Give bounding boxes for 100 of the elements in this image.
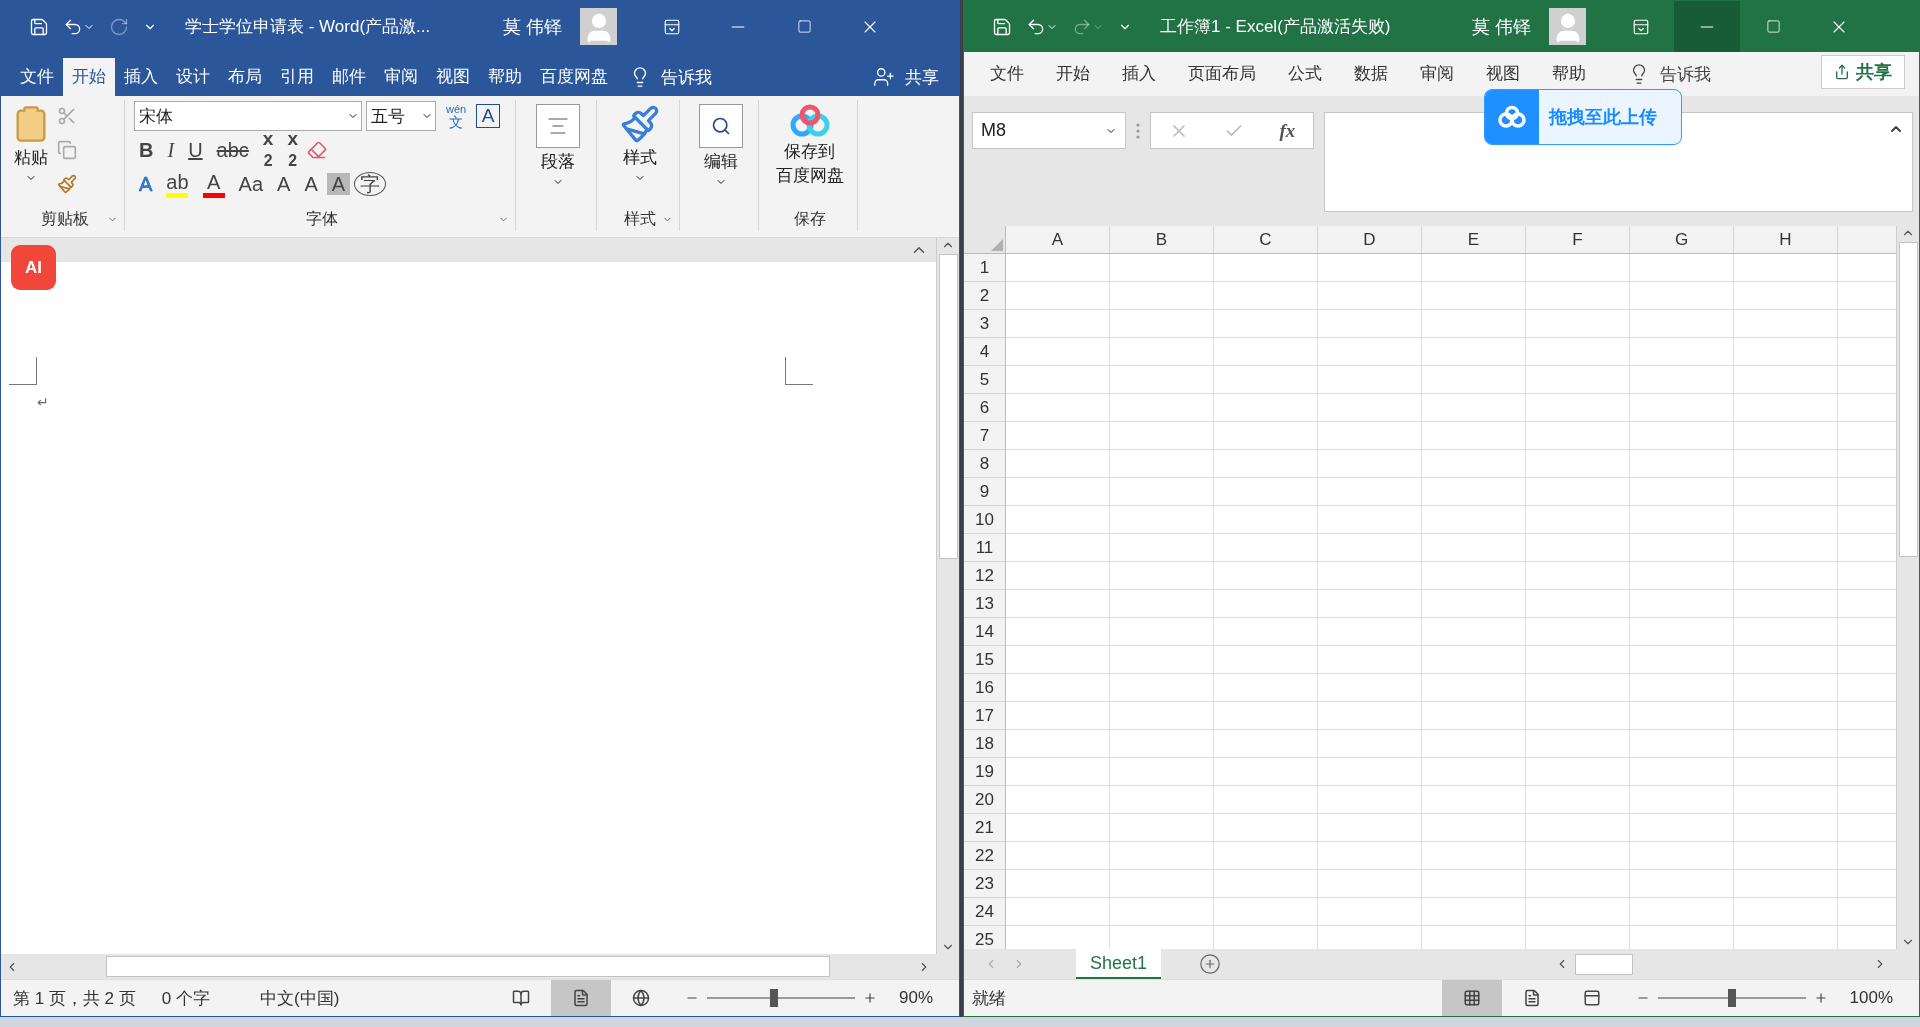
ribbon-tab[interactable]: 页面布局 bbox=[1172, 55, 1272, 93]
font-color-button[interactable]: A bbox=[197, 170, 230, 198]
zoom-slider-thumb[interactable] bbox=[1727, 989, 1736, 1007]
copy-icon[interactable] bbox=[57, 140, 77, 160]
row-header[interactable]: 24 bbox=[964, 898, 1005, 926]
ai-assistant-badge[interactable]: AI bbox=[11, 245, 56, 290]
language[interactable]: 中文(中国) bbox=[260, 986, 340, 1010]
ribbon-tab[interactable]: 视图 bbox=[427, 58, 479, 96]
ribbon-tab[interactable]: 数据 bbox=[1338, 55, 1404, 93]
scrollbar-thumb[interactable] bbox=[1575, 953, 1633, 975]
insert-function-button[interactable]: fx bbox=[1279, 119, 1296, 142]
italic-button[interactable]: I bbox=[162, 139, 180, 161]
horizontal-scrollbar[interactable] bbox=[1, 954, 959, 979]
row-header[interactable]: 18 bbox=[964, 730, 1005, 758]
paste-button[interactable]: 粘贴 bbox=[5, 100, 57, 207]
row-header[interactable]: 5 bbox=[964, 366, 1005, 394]
ribbon-tab[interactable]: 公式 bbox=[1272, 55, 1338, 93]
row-header[interactable]: 16 bbox=[964, 674, 1005, 702]
ribbon-tab[interactable]: 邮件 bbox=[323, 58, 375, 96]
row-header[interactable]: 9 bbox=[964, 478, 1005, 506]
font-size-field[interactable]: 五号 bbox=[366, 101, 436, 131]
row-header[interactable]: 23 bbox=[964, 870, 1005, 898]
zoom-in-icon[interactable] bbox=[1813, 991, 1828, 1005]
repeat-icon[interactable] bbox=[109, 16, 129, 37]
row-header[interactable]: 2 bbox=[964, 282, 1005, 310]
column-header[interactable]: D bbox=[1318, 226, 1422, 253]
tell-me-field[interactable]: 告诉我 bbox=[1660, 62, 1711, 86]
sheet-tab[interactable]: Sheet1 bbox=[1076, 949, 1162, 979]
column-header[interactable]: F bbox=[1526, 226, 1630, 253]
effect-button[interactable]: A bbox=[134, 173, 158, 195]
grow-button[interactable]: A bbox=[272, 173, 296, 195]
row-header[interactable]: 19 bbox=[964, 758, 1005, 786]
select-all-icon[interactable] bbox=[991, 239, 1003, 251]
row-header[interactable]: 7 bbox=[964, 422, 1005, 450]
strike-button[interactable]: abc bbox=[211, 139, 254, 161]
row-header[interactable]: 13 bbox=[964, 590, 1005, 618]
zoom-slider-thumb[interactable] bbox=[769, 989, 778, 1007]
cut-icon[interactable] bbox=[57, 106, 77, 126]
ribbon-tab[interactable]: 引用 bbox=[271, 58, 323, 96]
normal-view-button[interactable] bbox=[1441, 979, 1502, 1016]
scrollbar-thumb[interactable] bbox=[106, 956, 830, 977]
scrollbar-thumb[interactable] bbox=[1898, 242, 1918, 557]
ribbon-tab[interactable]: 开始 bbox=[1040, 55, 1106, 93]
column-header[interactable]: C bbox=[1214, 226, 1318, 253]
row-header[interactable]: 12 bbox=[964, 562, 1005, 590]
print-layout-button[interactable] bbox=[550, 979, 611, 1016]
save-icon[interactable] bbox=[992, 16, 1012, 37]
editing-button[interactable]: 编辑 bbox=[683, 100, 758, 231]
row-header[interactable]: 22 bbox=[964, 842, 1005, 870]
row-header[interactable]: 3 bbox=[964, 310, 1005, 338]
column-header[interactable]: G bbox=[1630, 226, 1734, 253]
ribbon-tab[interactable]: 开始 bbox=[63, 58, 115, 96]
row-header[interactable]: 11 bbox=[964, 534, 1005, 562]
row-header[interactable]: 1 bbox=[964, 254, 1005, 282]
row-header[interactable]: 8 bbox=[964, 450, 1005, 478]
page-count[interactable]: 第 1 页，共 2 页 bbox=[13, 986, 136, 1010]
font-name-field[interactable]: 宋体 bbox=[134, 101, 362, 131]
ribbon-tab[interactable]: 插入 bbox=[115, 58, 167, 96]
save-icon[interactable] bbox=[29, 16, 49, 37]
row-header[interactable]: 6 bbox=[964, 394, 1005, 422]
zoom-level[interactable]: 100% bbox=[1849, 988, 1893, 1008]
share-button[interactable]: 共享 bbox=[905, 65, 939, 89]
ribbon-tab[interactable]: 文件 bbox=[11, 58, 63, 96]
vertical-scrollbar[interactable] bbox=[936, 238, 959, 954]
column-header[interactable]: E bbox=[1422, 226, 1526, 253]
tell-me-field[interactable]: 告诉我 bbox=[661, 65, 712, 89]
share-icon[interactable] bbox=[873, 66, 895, 88]
column-header[interactable]: A bbox=[1006, 226, 1110, 253]
ribbon-tab[interactable]: 审阅 bbox=[375, 58, 427, 96]
new-sheet-icon[interactable] bbox=[1199, 953, 1222, 975]
ribbon-tab[interactable]: 审阅 bbox=[1404, 55, 1470, 93]
character-border-button[interactable]: A bbox=[476, 104, 501, 128]
row-header[interactable]: 4 bbox=[964, 338, 1005, 366]
styles-button[interactable]: 样式 bbox=[600, 100, 679, 207]
eraser-icon[interactable] bbox=[307, 140, 327, 160]
column-header[interactable]: H bbox=[1734, 226, 1838, 253]
row-header[interactable]: 17 bbox=[964, 702, 1005, 730]
share-button[interactable]: 共享 bbox=[1821, 55, 1905, 89]
word-count[interactable]: 0 个字 bbox=[161, 986, 210, 1010]
underline-button[interactable]: U bbox=[183, 139, 208, 161]
zoom-in-icon[interactable] bbox=[862, 991, 877, 1005]
column-header[interactable]: B bbox=[1110, 226, 1214, 253]
row-header[interactable]: 15 bbox=[964, 646, 1005, 674]
phonetic-guide-button[interactable]: wén 文 bbox=[446, 103, 467, 129]
scrollbar-thumb[interactable] bbox=[938, 254, 958, 559]
ribbon-tab[interactable]: 帮助 bbox=[479, 58, 531, 96]
case-button[interactable]: Aa bbox=[233, 173, 269, 195]
row-header[interactable]: 20 bbox=[964, 786, 1005, 814]
ribbon-tab[interactable]: 插入 bbox=[1106, 55, 1172, 93]
paragraph-button[interactable]: 段落 bbox=[519, 100, 596, 231]
shrink-button[interactable]: A bbox=[299, 173, 323, 195]
cell-grid[interactable] bbox=[1006, 254, 1896, 949]
ribbon-tab[interactable]: 布局 bbox=[219, 58, 271, 96]
row-header[interactable]: 10 bbox=[964, 506, 1005, 534]
bold-button[interactable]: B bbox=[134, 139, 159, 161]
ribbon-tab[interactable]: 百度网盘 bbox=[531, 58, 617, 96]
name-box[interactable]: M8 bbox=[972, 112, 1126, 149]
ribbon-tab[interactable]: 设计 bbox=[167, 58, 219, 96]
highlight-button[interactable]: ab bbox=[161, 170, 194, 198]
save-to-cloud-button[interactable]: 保存到 百度网盘 bbox=[762, 100, 857, 207]
